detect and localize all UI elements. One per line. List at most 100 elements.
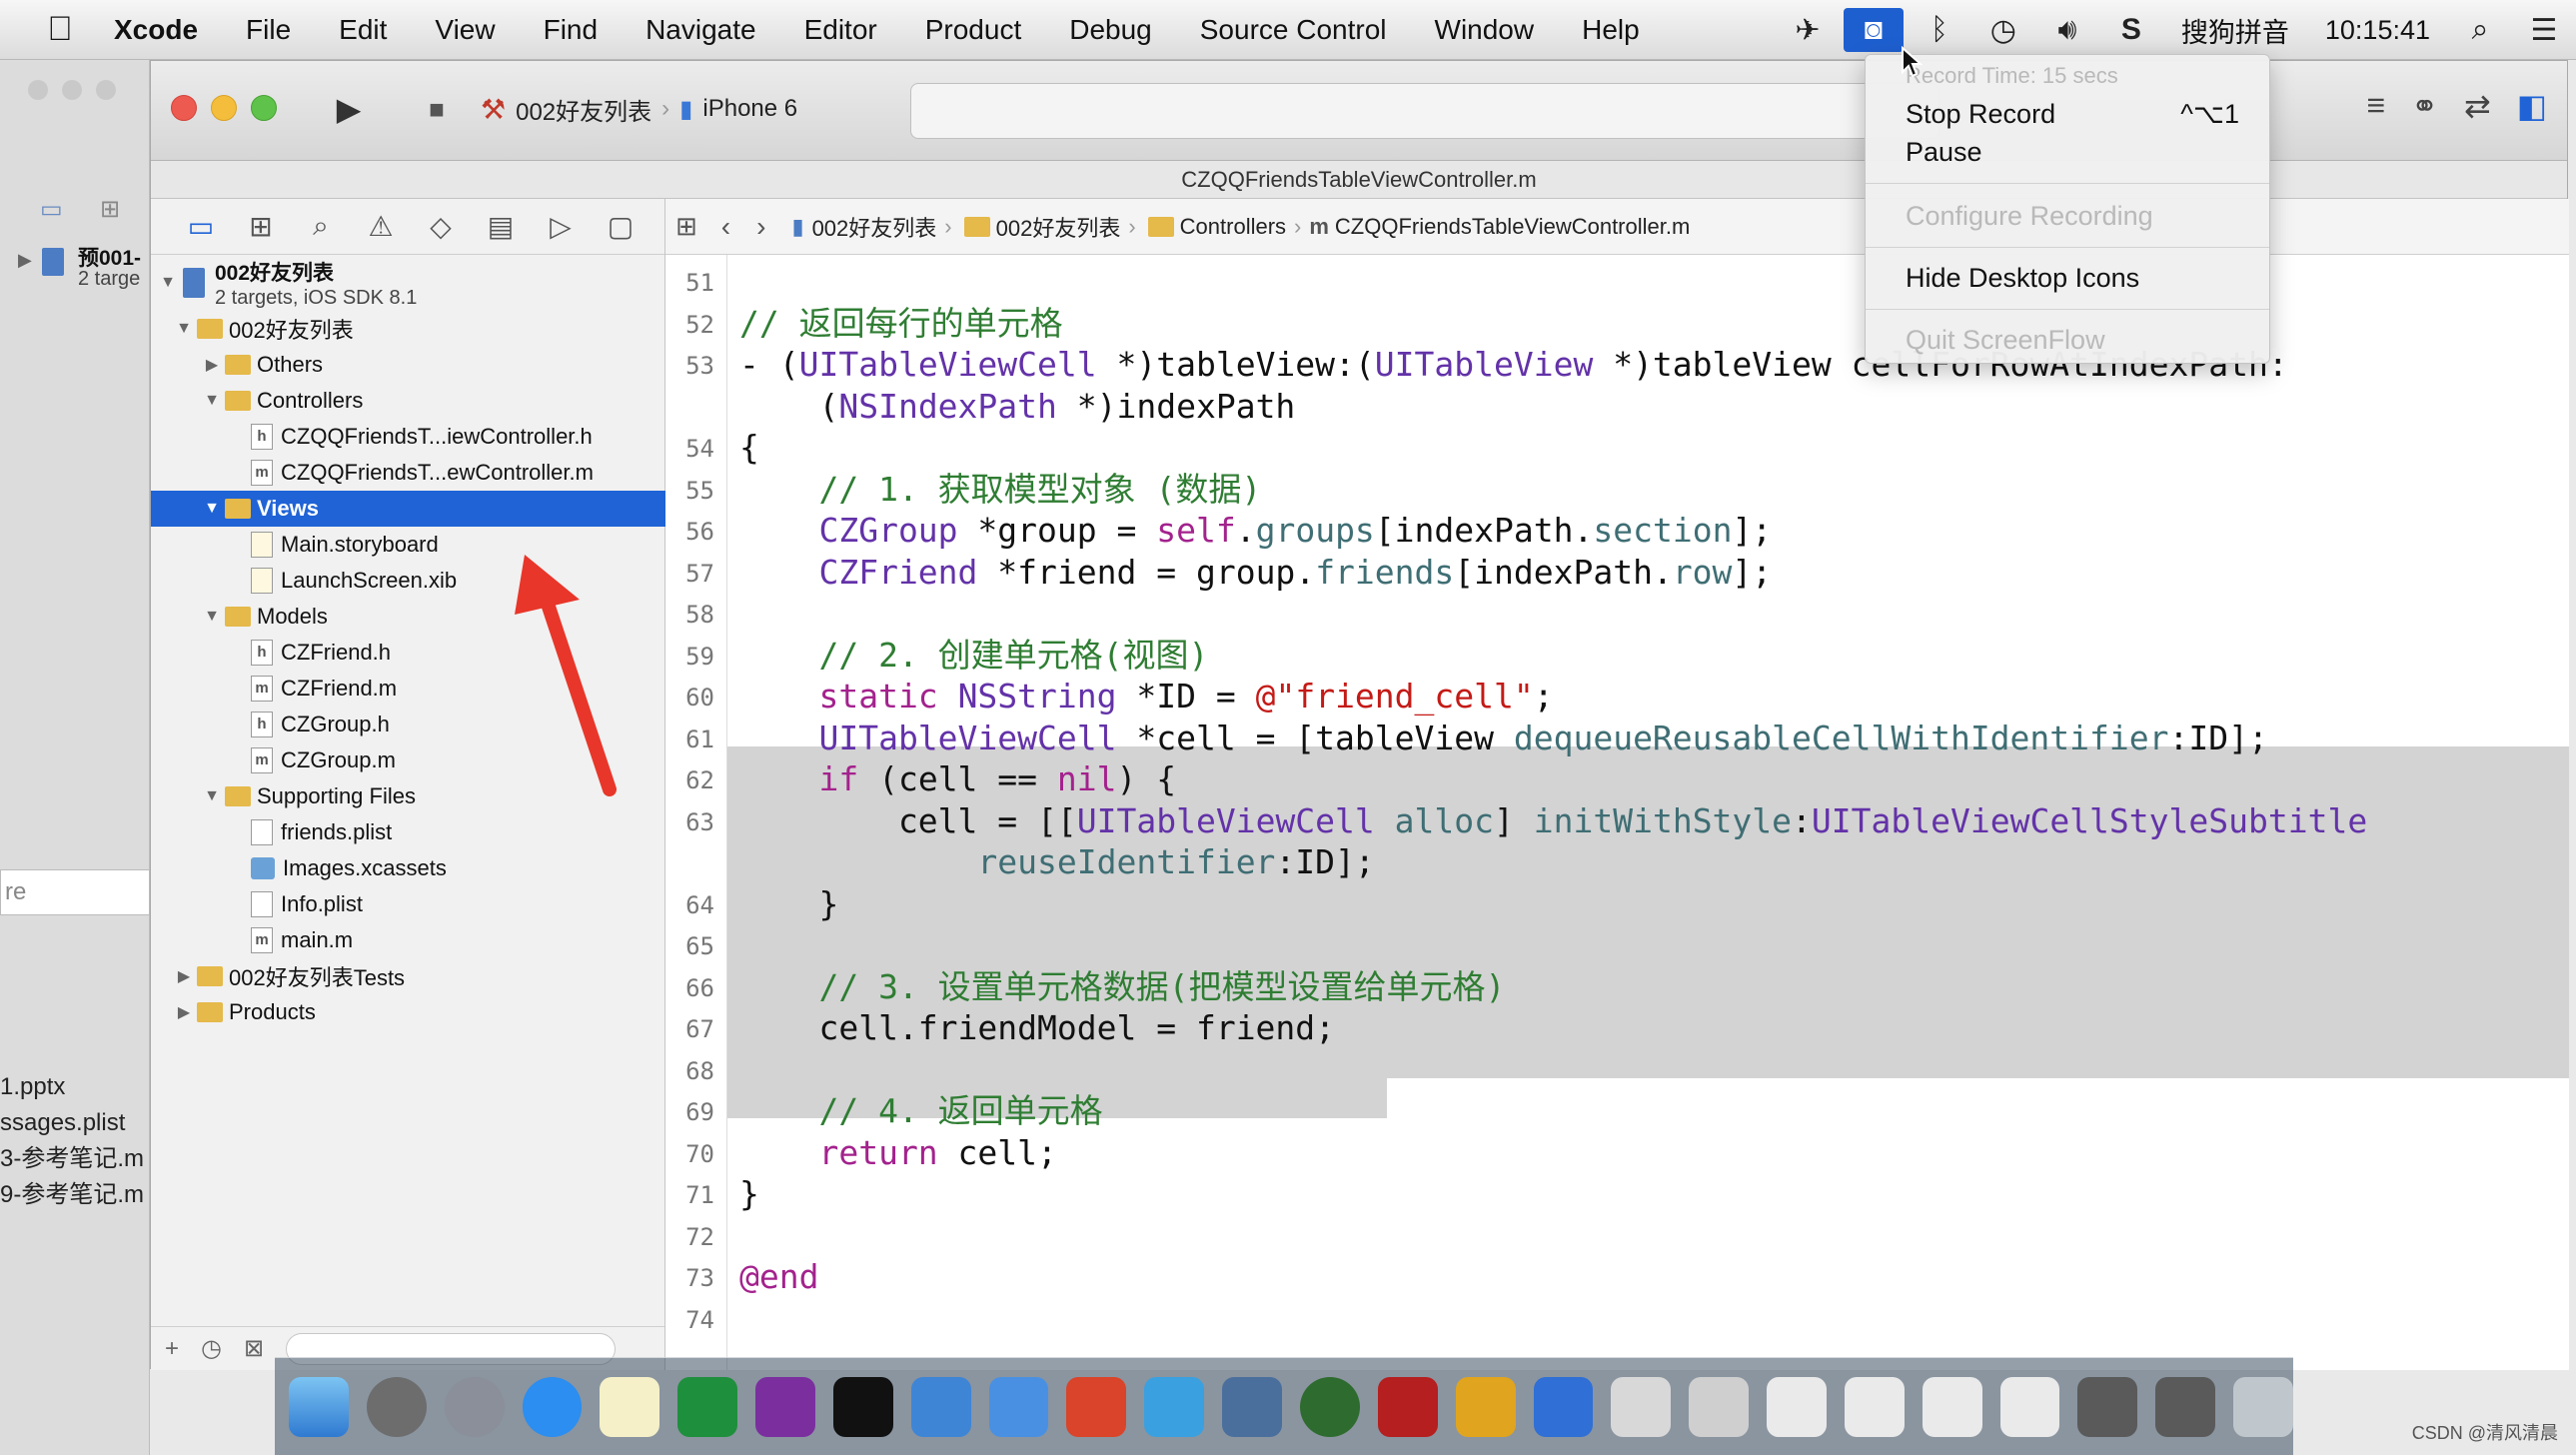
xcode-icon[interactable] bbox=[910, 1376, 971, 1437]
bg-search-field[interactable]: re bbox=[0, 869, 150, 915]
powerpoint-icon[interactable] bbox=[1066, 1376, 1127, 1437]
bg-zoom-button[interactable] bbox=[96, 80, 116, 100]
tree-file[interactable]: friends.plist bbox=[151, 814, 665, 850]
input-method-label[interactable]: 搜狗拼音 bbox=[2163, 11, 2307, 50]
menu-find[interactable]: Find bbox=[520, 14, 622, 46]
menu-window[interactable]: Window bbox=[1411, 14, 1559, 46]
breadcrumb-item[interactable]: 002好友列表 bbox=[996, 211, 1121, 243]
tree-file[interactable]: h CZQQFriendsT...iewController.h bbox=[151, 419, 665, 455]
run-icon[interactable]: ▶ bbox=[319, 85, 379, 133]
menubar-clock[interactable]: 10:15:41 bbox=[2307, 15, 2448, 46]
launchpad-icon[interactable] bbox=[444, 1376, 505, 1437]
breadcrumb-item[interactable]: CZQQFriendsTableViewController.m bbox=[1335, 214, 1690, 240]
zoom-button[interactable] bbox=[251, 95, 277, 121]
minimized-window-icon[interactable] bbox=[1922, 1376, 1982, 1437]
minimized-window-icon[interactable] bbox=[1767, 1376, 1827, 1437]
bg-file-item[interactable]: ssages.plist bbox=[0, 1105, 144, 1141]
tree-project-root[interactable]: ▼ 002好友列表 2 targets, iOS SDK 8.1 bbox=[151, 255, 665, 311]
menu-app[interactable]: Xcode bbox=[90, 14, 222, 46]
finder-icon[interactable] bbox=[289, 1376, 349, 1437]
hide-desktop-icons-menu-item[interactable]: Hide Desktop Icons bbox=[1906, 263, 2139, 294]
menu-product[interactable]: Product bbox=[901, 14, 1046, 46]
recent-files-icon[interactable]: ◷ bbox=[201, 1334, 222, 1363]
related-items-icon[interactable]: ⊞ bbox=[675, 211, 697, 242]
notes-icon[interactable] bbox=[600, 1376, 660, 1437]
disclosure-down-icon[interactable]: ▼ bbox=[203, 392, 221, 410]
bg-hierarchy-icon[interactable]: ⊞ bbox=[100, 195, 120, 224]
tree-group-controllers[interactable]: ▼ Controllers bbox=[151, 383, 665, 419]
bg-file-item[interactable]: 1.pptx bbox=[0, 1069, 144, 1105]
minimized-window-icon[interactable] bbox=[2077, 1376, 2138, 1437]
disclosure-down-icon[interactable]: ▼ bbox=[203, 787, 221, 805]
menu-editor[interactable]: Editor bbox=[780, 14, 901, 46]
trash-icon[interactable] bbox=[2233, 1376, 2293, 1437]
excel-icon[interactable] bbox=[677, 1376, 738, 1437]
volume-icon[interactable]: 🔊︎ bbox=[2035, 0, 2099, 60]
tree-group-views[interactable]: ▼ Views bbox=[151, 491, 665, 527]
scheme-selector[interactable]: ⚒ 002好友列表 › ▮ iPhone 6 bbox=[481, 87, 797, 131]
source-control-filter-icon[interactable]: ⊠ bbox=[244, 1334, 264, 1363]
menu-help[interactable]: Help bbox=[1558, 14, 1664, 46]
word-icon[interactable] bbox=[1533, 1376, 1594, 1437]
breakpoint-navigator-icon[interactable]: ▷ bbox=[531, 210, 591, 243]
minimized-window-icon[interactable] bbox=[1999, 1376, 2060, 1437]
notification-center-icon[interactable]: ☰ bbox=[2512, 0, 2576, 60]
instruments-icon[interactable] bbox=[1299, 1376, 1360, 1437]
minimized-window-icon[interactable] bbox=[1844, 1376, 1905, 1437]
tree-group-others[interactable]: ▶ Others bbox=[151, 347, 665, 383]
disclosure-down-icon[interactable]: ▼ bbox=[175, 320, 193, 338]
tree-group-main[interactable]: ▼ 002好友列表 bbox=[151, 311, 665, 347]
bg-close-button[interactable] bbox=[28, 80, 48, 100]
airplane-icon[interactable]: ✈ bbox=[1776, 0, 1840, 60]
snip-tool-icon[interactable] bbox=[1144, 1376, 1205, 1437]
close-button[interactable] bbox=[171, 95, 197, 121]
version-editor-icon[interactable]: ⇄ bbox=[2464, 87, 2491, 125]
apple-menu-icon[interactable]:  bbox=[30, 10, 90, 49]
breadcrumb-item[interactable]: 002好友列表 bbox=[812, 211, 937, 243]
test-navigator-icon[interactable]: ◇ bbox=[411, 210, 471, 243]
add-icon[interactable]: + bbox=[165, 1335, 179, 1363]
spotlight-search-icon[interactable]: ⌕ bbox=[2448, 0, 2512, 60]
source-editor[interactable]: // 返回每行的单元格 - (UITableViewCell *)tableVie… bbox=[727, 255, 2569, 1370]
document-icon[interactable] bbox=[1611, 1376, 1672, 1437]
menu-view[interactable]: View bbox=[411, 14, 519, 46]
screenflow-record-icon[interactable]: ◙ bbox=[1843, 8, 1904, 52]
tree-group-tests[interactable]: ▶ 002好友列表Tests bbox=[151, 958, 665, 994]
bg-file-item[interactable]: 3-参考笔记.m bbox=[0, 1141, 144, 1177]
project-navigator-icon[interactable]: ▭ bbox=[171, 210, 231, 243]
report-navigator-icon[interactable]: ▢ bbox=[591, 210, 650, 243]
tree-file[interactable]: Images.xcassets bbox=[151, 850, 665, 886]
disclosure-right-icon[interactable]: ▶ bbox=[175, 966, 193, 986]
navigator-toggle-icon[interactable]: ◧ bbox=[2517, 87, 2547, 125]
filezilla-icon[interactable] bbox=[1377, 1376, 1438, 1437]
menu-source-control[interactable]: Source Control bbox=[1176, 14, 1411, 46]
symbol-navigator-icon[interactable]: ⊞ bbox=[231, 210, 291, 243]
forward-icon[interactable]: › bbox=[756, 211, 765, 243]
issue-navigator-icon[interactable]: ⚠ bbox=[351, 210, 411, 243]
onenote-icon[interactable] bbox=[755, 1376, 815, 1437]
sogou-input-icon[interactable]: S bbox=[2099, 0, 2163, 60]
minimized-window-icon[interactable] bbox=[2155, 1376, 2216, 1437]
safari-icon[interactable] bbox=[522, 1376, 583, 1437]
stop-record-menu-item[interactable]: Stop Record bbox=[1906, 99, 2055, 130]
standard-editor-icon[interactable]: ≡ bbox=[2366, 87, 2385, 125]
tree-file[interactable]: m main.m bbox=[151, 922, 665, 958]
menu-debug[interactable]: Debug bbox=[1045, 14, 1176, 46]
tree-file[interactable]: m CZQQFriendsT...ewController.m bbox=[151, 455, 665, 491]
pencil-tool-icon[interactable] bbox=[1455, 1376, 1516, 1437]
disclosure-down-icon[interactable]: ▼ bbox=[203, 500, 221, 518]
menu-navigate[interactable]: Navigate bbox=[622, 14, 780, 46]
document-icon[interactable] bbox=[1689, 1376, 1750, 1437]
debug-navigator-icon[interactable]: ▤ bbox=[471, 210, 531, 243]
assistant-editor-icon[interactable]: ⚭ bbox=[2411, 87, 2438, 125]
disclosure-down-icon[interactable]: ▼ bbox=[203, 608, 221, 626]
tree-file[interactable]: Info.plist bbox=[151, 886, 665, 922]
disclosure-down-icon[interactable]: ▼ bbox=[159, 274, 177, 292]
system-preferences-icon[interactable] bbox=[366, 1376, 427, 1437]
bg-file-item[interactable]: 9-参考笔记.m bbox=[0, 1177, 144, 1213]
stop-icon[interactable]: ■ bbox=[407, 85, 467, 133]
back-icon[interactable]: ‹ bbox=[721, 211, 730, 243]
find-navigator-icon[interactable]: ⌕ bbox=[291, 210, 351, 243]
folder-app-icon[interactable] bbox=[988, 1376, 1049, 1437]
bg-folder-icon[interactable]: ▭ bbox=[40, 195, 63, 224]
